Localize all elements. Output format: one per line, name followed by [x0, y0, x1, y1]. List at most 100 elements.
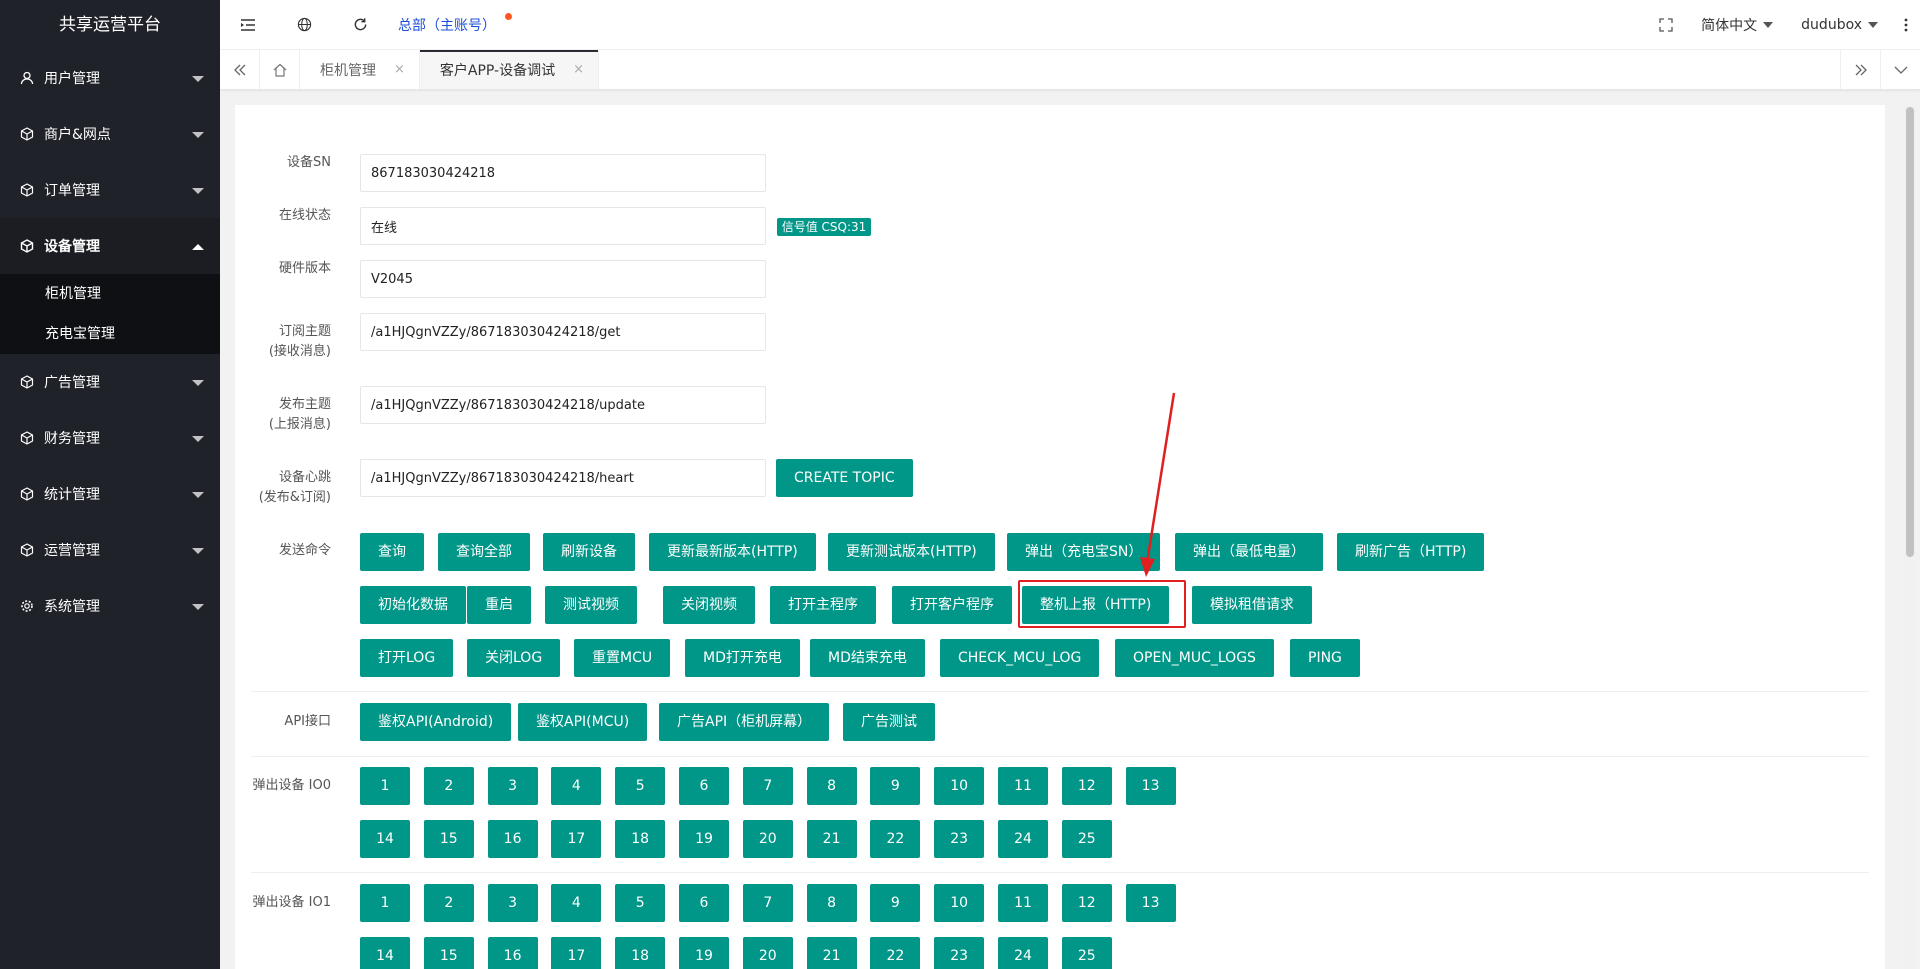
cmd-ping-button[interactable]: PING	[1290, 639, 1360, 677]
eject1-slot-button[interactable]: 20	[742, 937, 793, 969]
cmd-test-video-button[interactable]: 测试视频	[545, 586, 637, 624]
cmd-query-all-button[interactable]: 查询全部	[438, 533, 530, 571]
cmd-check-mcu-log-button[interactable]: CHECK_MCU_LOG	[940, 639, 1100, 677]
sidebar-item-stats[interactable]: 统计管理	[0, 466, 220, 522]
eject0-slot-button[interactable]: 14	[360, 820, 410, 858]
eject1-slot-button[interactable]: 8	[806, 884, 857, 922]
eject0-slot-button[interactable]: 21	[806, 820, 857, 858]
cmd-open-log-button[interactable]: 打开LOG	[360, 639, 454, 677]
eject1-slot-button[interactable]: 4	[551, 884, 602, 922]
eject0-slot-button[interactable]: 8	[806, 767, 857, 805]
api-ads-test-button[interactable]: 广告测试	[843, 703, 935, 741]
eject1-slot-button[interactable]: 9	[870, 884, 921, 922]
api-auth-mcu-button[interactable]: 鉴权API(MCU)	[518, 703, 648, 741]
eject1-slot-button[interactable]: 12	[1061, 884, 1112, 922]
eject0-slot-button[interactable]: 15	[423, 820, 474, 858]
eject1-slot-button[interactable]: 14	[360, 937, 410, 969]
cmd-query-button[interactable]: 查询	[360, 533, 424, 571]
cmd-close-video-button[interactable]: 关闭视频	[663, 586, 755, 624]
hw-field[interactable]: V2045	[360, 260, 766, 298]
cmd-open-muc-logs-button[interactable]: OPEN_MUC_LOGS	[1115, 639, 1274, 677]
cmd-simulate-rent-button[interactable]: 模拟租借请求	[1192, 586, 1312, 624]
cmd-eject-sn-button[interactable]: 弹出（充电宝SN）	[1007, 533, 1161, 571]
sidebar-item-operations[interactable]: 运营管理	[0, 522, 220, 578]
eject0-slot-button[interactable]: 12	[1061, 767, 1112, 805]
cmd-md-start-charge-button[interactable]: MD打开充电	[685, 639, 800, 677]
eject0-slot-button[interactable]: 3	[487, 767, 538, 805]
eject0-slot-button[interactable]: 5	[615, 767, 666, 805]
eject1-slot-button[interactable]: 10	[934, 884, 985, 922]
tab-device-debug[interactable]: 客户APP-设备调试 ×	[419, 50, 600, 89]
status-field[interactable]: 在线	[360, 207, 766, 245]
eject1-slot-button[interactable]: 2	[423, 884, 474, 922]
close-icon[interactable]: ×	[394, 62, 405, 77]
sidebar-item-finance[interactable]: 财务管理	[0, 410, 220, 466]
cmd-reset-mcu-button[interactable]: 重置MCU	[574, 639, 671, 677]
eject1-slot-button[interactable]: 6	[679, 884, 729, 922]
refresh-icon[interactable]	[332, 0, 388, 50]
sidebar-subitem-powerbanks[interactable]: 充电宝管理	[0, 314, 220, 354]
eject0-slot-button[interactable]: 4	[551, 767, 602, 805]
create-topic-button[interactable]: CREATE TOPIC	[776, 459, 913, 497]
eject1-slot-button[interactable]: 3	[487, 884, 538, 922]
cmd-update-latest-button[interactable]: 更新最新版本(HTTP)	[649, 533, 816, 571]
cmd-refresh-device-button[interactable]: 刷新设备	[543, 533, 635, 571]
fullscreen-icon[interactable]	[1645, 0, 1687, 50]
eject0-slot-button[interactable]: 16	[487, 820, 538, 858]
eject1-slot-button[interactable]: 13	[1125, 884, 1176, 922]
language-selector[interactable]: 简体中文	[1687, 0, 1787, 50]
cmd-refresh-ads-button[interactable]: 刷新广告（HTTP)	[1337, 533, 1485, 571]
home-icon[interactable]	[260, 50, 300, 89]
eject1-slot-button[interactable]: 17	[551, 937, 602, 969]
user-menu[interactable]: dudubox	[1787, 0, 1892, 50]
eject1-slot-button[interactable]: 25	[1061, 937, 1112, 969]
eject0-slot-button[interactable]: 1	[360, 767, 410, 805]
eject1-slot-button[interactable]: 15	[423, 937, 474, 969]
eject0-slot-button[interactable]: 24	[998, 820, 1048, 858]
sub-topic-field[interactable]: /a1HJQgnVZZy/867183030424218/get	[360, 313, 766, 351]
api-auth-android-button[interactable]: 鉴权API(Android)	[360, 703, 512, 741]
tab-cabinets[interactable]: 柜机管理 ×	[300, 50, 420, 89]
eject1-slot-button[interactable]: 1	[360, 884, 410, 922]
eject0-slot-button[interactable]: 25	[1061, 820, 1112, 858]
account-switcher[interactable]: 总部（主账号）	[398, 12, 512, 35]
sidebar-item-devices[interactable]: 设备管理	[0, 218, 220, 274]
eject1-slot-button[interactable]: 11	[998, 884, 1048, 922]
eject1-slot-button[interactable]: 21	[806, 937, 857, 969]
eject0-slot-button[interactable]: 22	[870, 820, 921, 858]
vertical-scrollbar[interactable]	[1904, 105, 1916, 969]
cmd-init-data-button[interactable]: 初始化数据	[360, 586, 466, 624]
tabs-scroll-left-icon[interactable]	[220, 50, 260, 89]
eject0-slot-button[interactable]: 13	[1125, 767, 1176, 805]
cmd-open-main-button[interactable]: 打开主程序	[770, 586, 876, 624]
close-icon[interactable]: ×	[573, 62, 584, 77]
scrollbar-thumb[interactable]	[1906, 107, 1914, 557]
sn-field[interactable]: 867183030424218	[360, 154, 766, 192]
cmd-md-stop-charge-button[interactable]: MD结束充电	[810, 639, 925, 677]
eject0-slot-button[interactable]: 18	[615, 820, 666, 858]
eject1-slot-button[interactable]: 22	[870, 937, 921, 969]
heart-field[interactable]: /a1HJQgnVZZy/867183030424218/heart	[360, 459, 766, 497]
eject0-slot-button[interactable]: 19	[679, 820, 729, 858]
globe-icon[interactable]	[276, 0, 332, 50]
sidebar-item-orders[interactable]: 订单管理	[0, 162, 220, 218]
pub-topic-field[interactable]: /a1HJQgnVZZy/867183030424218/update	[360, 386, 766, 424]
sidebar-item-merchants[interactable]: 商户&网点	[0, 106, 220, 162]
eject0-slot-button[interactable]: 20	[742, 820, 793, 858]
cmd-restart-button[interactable]: 重启	[467, 586, 531, 624]
eject1-slot-button[interactable]: 16	[487, 937, 538, 969]
eject1-slot-button[interactable]: 18	[615, 937, 666, 969]
eject0-slot-button[interactable]: 23	[934, 820, 985, 858]
eject0-slot-button[interactable]: 17	[551, 820, 602, 858]
eject1-slot-button[interactable]: 7	[742, 884, 793, 922]
menu-toggle-icon[interactable]	[220, 0, 276, 50]
eject0-slot-button[interactable]: 2	[423, 767, 474, 805]
api-ads-screen-button[interactable]: 广告API（柜机屏幕）	[659, 703, 830, 741]
cmd-open-client-button[interactable]: 打开客户程序	[892, 586, 1012, 624]
sidebar-item-users[interactable]: 用户管理	[0, 50, 220, 106]
eject0-slot-button[interactable]: 11	[998, 767, 1048, 805]
eject1-slot-button[interactable]: 19	[679, 937, 729, 969]
sidebar-subitem-cabinets[interactable]: 柜机管理	[0, 274, 220, 314]
cmd-close-log-button[interactable]: 关闭LOG	[467, 639, 561, 677]
eject0-slot-button[interactable]: 10	[934, 767, 985, 805]
